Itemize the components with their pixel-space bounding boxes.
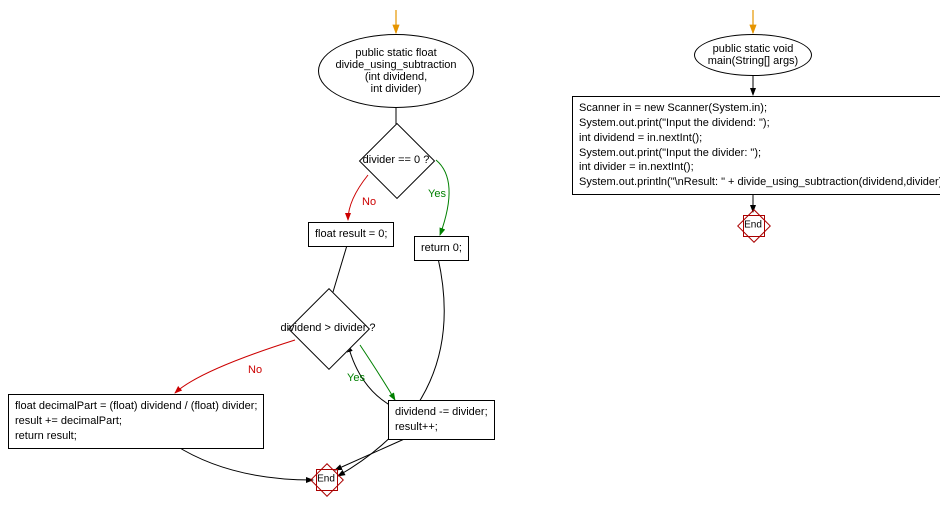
decision-divider-zero: divider == 0 ? [370,134,422,186]
end-terminal-left: End [313,466,339,492]
rect-line: result += decimalPart; [15,414,257,429]
end-label: End [317,474,335,485]
rect-line: dividend -= divider; [395,405,488,420]
rect-line: float decimalPart = (float) dividend / (… [15,399,257,414]
ellipse-line: (int dividend, [335,71,456,83]
rect-line: result++; [395,420,488,435]
end-label: End [744,220,762,231]
ellipse-line: divide_using_subtraction [335,59,456,71]
rect-line: int divider = in.nextInt(); [579,160,940,175]
rect-line: System.out.print("Input the dividend: ")… [579,116,940,131]
decision-dividend-gt-divider: dividend > divider ? [300,300,356,356]
rect-line: return result; [15,429,257,444]
rect-main-body: Scanner in = new Scanner(System.in); Sys… [572,96,940,195]
end-terminal-right: End [740,212,766,238]
rect-line: float result = 0; [315,227,387,242]
rect-result-init: float result = 0; [308,222,394,247]
edge-label-yes: Yes [347,372,365,384]
rect-loop-body: dividend -= divider; result++; [388,400,495,440]
rect-line: return 0; [421,241,462,256]
ellipse-line: public static void [708,43,798,55]
rect-line: int dividend = in.nextInt(); [579,131,940,146]
method-ellipse-main: public static void main(String[] args) [694,34,812,76]
decision-label: divider == 0 ? [363,154,430,166]
edge-label-no: No [362,196,376,208]
rect-decimal-part: float decimalPart = (float) dividend / (… [8,394,264,449]
rect-line: System.out.println("\nResult: " + divide… [579,175,940,190]
rect-line: Scanner in = new Scanner(System.in); [579,101,940,116]
edge-label-no: No [248,364,262,376]
decision-label: dividend > divider ? [280,322,375,334]
method-ellipse-divide: public static float divide_using_subtrac… [318,34,474,108]
rect-line: System.out.print("Input the divider: "); [579,146,940,161]
ellipse-line: main(String[] args) [708,55,798,67]
ellipse-line: int divider) [335,83,456,95]
edge-label-yes: Yes [428,188,446,200]
rect-return-zero: return 0; [414,236,469,261]
ellipse-line: public static float [335,47,456,59]
